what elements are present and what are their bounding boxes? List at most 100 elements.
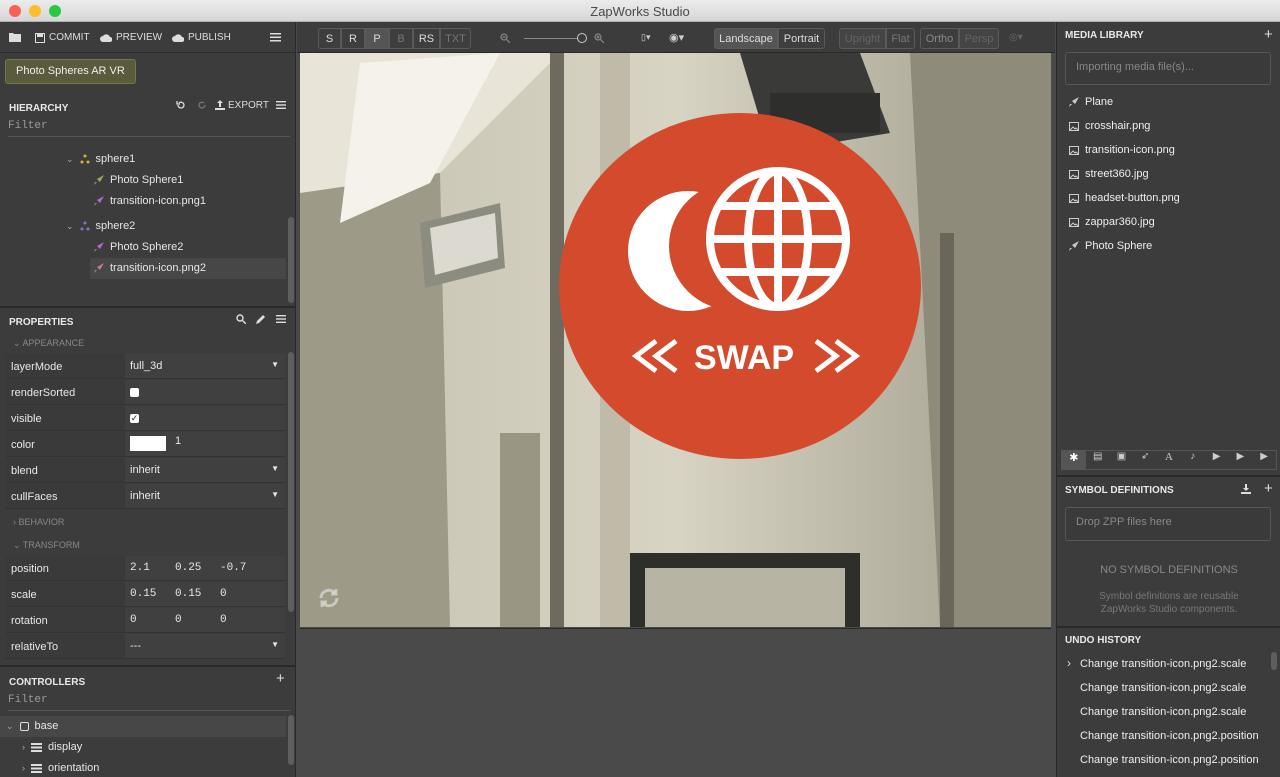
history-item[interactable]: Change transition-icon.png2.scale — [1080, 706, 1246, 718]
hierarchy-row-sphere1[interactable]: ⌄ sphere1 — [66, 153, 135, 165]
viewport[interactable]: SWAP — [300, 53, 1051, 627]
controllers-filter-input[interactable]: Filter — [8, 694, 48, 706]
mode-b-button[interactable]: B — [389, 28, 413, 49]
ortho-button[interactable]: Ortho — [920, 28, 959, 49]
layer-mode-select[interactable]: full_3d ▼ — [125, 354, 285, 378]
zoom-slider-handle[interactable] — [577, 33, 587, 43]
media-item-photo-sphere[interactable]: Photo Sphere — [1069, 240, 1152, 252]
video-filter-icon-2[interactable]: ▶ — [1228, 451, 1252, 469]
zoom-out-icon[interactable] — [500, 33, 510, 43]
hierarchy-row-photo-sphere2[interactable]: Photo Sphere2 — [94, 241, 183, 253]
history-item[interactable]: Change transition-icon.png2.scale — [1080, 658, 1246, 670]
device-select[interactable]: ▯▾ — [641, 32, 650, 43]
search-icon[interactable] — [236, 314, 246, 324]
publish-button[interactable]: PUBLISH — [172, 32, 231, 43]
mode-p-button[interactable]: P — [365, 28, 389, 49]
scale-y-input[interactable]: 0.15 — [175, 588, 201, 600]
history-scrollbar[interactable] — [1271, 652, 1277, 670]
cull-faces-select[interactable]: inherit ▼ — [125, 484, 285, 508]
edit-icon[interactable] — [256, 314, 266, 324]
add-media-button[interactable]: + — [1264, 26, 1273, 43]
controller-row-base[interactable]: ⌄ base — [6, 720, 58, 732]
position-x-input[interactable]: 2.1 — [130, 562, 150, 574]
controllers-scrollbar[interactable] — [288, 715, 294, 765]
color-alpha-value[interactable]: 1 — [175, 435, 181, 447]
hierarchy-export-button[interactable]: EXPORT — [215, 100, 269, 111]
image-filter-icon[interactable]: ▣ — [1110, 451, 1134, 469]
controller-row-orientation[interactable]: › orientation — [22, 762, 99, 774]
add-symbol-button[interactable]: + — [1264, 480, 1273, 497]
history-item[interactable]: Change transition-icon.png2.position — [1080, 730, 1259, 742]
scale-z-input[interactable]: 0 — [220, 588, 227, 600]
font-filter-icon[interactable]: A — [1157, 451, 1181, 469]
portrait-button[interactable]: Portrait — [778, 28, 825, 49]
appearance-section[interactable]: ⌄ APPEARANCE — [5, 332, 285, 354]
transform-section[interactable]: ⌄ TRANSFORM — [5, 534, 285, 556]
undo-icon[interactable] — [176, 100, 186, 110]
rocket-filter-icon[interactable]: ➶ — [1133, 451, 1157, 469]
file-filter-icon[interactable]: ▤ — [1086, 451, 1110, 469]
hierarchy-scrollbar[interactable] — [288, 217, 294, 303]
all-filter-icon[interactable]: ✱ — [1062, 451, 1086, 469]
no-symbols-desc-1: Symbol definitions are reusable — [1099, 591, 1239, 602]
flat-button[interactable]: Flat — [886, 28, 915, 49]
media-item-street360[interactable]: street360.jpg — [1069, 168, 1149, 180]
commit-button[interactable]: COMMIT — [35, 32, 90, 43]
color-swatch[interactable] — [130, 436, 166, 451]
relative-to-select[interactable]: --- ▼ — [125, 634, 285, 658]
history-item[interactable]: Change transition-icon.png2.scale — [1080, 682, 1246, 694]
mode-txt-button[interactable]: TXT — [440, 28, 471, 49]
audio-filter-icon[interactable]: ♪ — [1181, 451, 1205, 469]
position-y-input[interactable]: 0.25 — [175, 562, 201, 574]
rotation-x-input[interactable]: 0 — [130, 614, 137, 626]
render-sorted-checkbox[interactable] — [130, 388, 139, 397]
add-controller-button[interactable]: + — [276, 670, 285, 687]
open-folder-button[interactable] — [9, 32, 21, 42]
media-item-crosshair[interactable]: crosshair.png — [1069, 120, 1150, 132]
hierarchy-row-transition-icon-1[interactable]: transition-icon.png1 — [94, 195, 206, 207]
hierarchy-row-photo-sphere1[interactable]: Photo Sphere1 — [94, 174, 183, 186]
media-item-zappar360[interactable]: zappar360.jpg — [1069, 216, 1155, 228]
controller-row-display[interactable]: › display — [22, 741, 82, 753]
history-item[interactable]: Change transition-icon.png2.position — [1080, 754, 1259, 766]
hierarchy-menu-icon[interactable] — [276, 101, 286, 109]
refresh-icon[interactable] — [317, 586, 341, 610]
scale-x-input[interactable]: 0.15 — [130, 588, 156, 600]
media-item-plane[interactable]: Plane — [1069, 96, 1113, 108]
video-filter-icon[interactable]: ▶ — [1205, 451, 1229, 469]
media-item-headset-button[interactable]: headset-button.png — [1069, 192, 1180, 204]
properties-scrollbar[interactable] — [288, 352, 294, 612]
zoom-in-icon[interactable] — [594, 33, 604, 43]
properties-menu-icon[interactable] — [276, 315, 286, 323]
preview-button[interactable]: PREVIEW — [100, 32, 162, 43]
visible-checkbox[interactable]: ✓ — [130, 414, 139, 423]
world-select[interactable]: ◉▾ — [669, 31, 684, 44]
prop-label: position — [5, 556, 125, 580]
upright-button[interactable]: Upright — [839, 28, 886, 49]
blend-select[interactable]: inherit ▼ — [125, 458, 285, 482]
behavior-section[interactable]: › BEHAVIOR — [5, 511, 285, 533]
media-item-transition-icon[interactable]: transition-icon.png — [1069, 144, 1175, 156]
eye-select[interactable]: ◎▾ — [1009, 32, 1023, 43]
hierarchy-filter-input[interactable]: Filter — [8, 120, 48, 132]
mode-rs-button[interactable]: RS — [413, 28, 440, 49]
mode-s-button[interactable]: S — [318, 28, 341, 49]
hierarchy-row-sphere2[interactable]: ⌄ sphere2 — [66, 220, 135, 232]
mode-r-button[interactable]: R — [341, 28, 365, 49]
import-media-input[interactable]: Importing media file(s)... — [1065, 52, 1271, 85]
position-z-input[interactable]: -0.7 — [220, 562, 246, 574]
redo-icon[interactable] — [197, 100, 207, 110]
video-filter-icon-3[interactable]: ▶ — [1252, 451, 1276, 469]
drop-zpp-area[interactable]: Drop ZPP files here — [1065, 507, 1271, 541]
swap-transition-icon[interactable]: SWAP — [558, 111, 923, 461]
dropdown-arrow-icon: ▼ — [271, 360, 279, 369]
download-icon[interactable] — [1241, 484, 1251, 494]
project-name-button[interactable]: Photo Spheres AR VR — [5, 59, 136, 84]
hierarchy-row-transition-icon-2[interactable]: transition-icon.png2 — [94, 262, 206, 274]
menu-icon[interactable] — [270, 33, 281, 42]
landscape-button[interactable]: Landscape — [714, 28, 778, 49]
zoom-slider-track[interactable] — [524, 38, 582, 39]
persp-button[interactable]: Persp — [959, 28, 999, 49]
rotation-z-input[interactable]: 0 — [220, 614, 227, 626]
rotation-y-input[interactable]: 0 — [175, 614, 182, 626]
